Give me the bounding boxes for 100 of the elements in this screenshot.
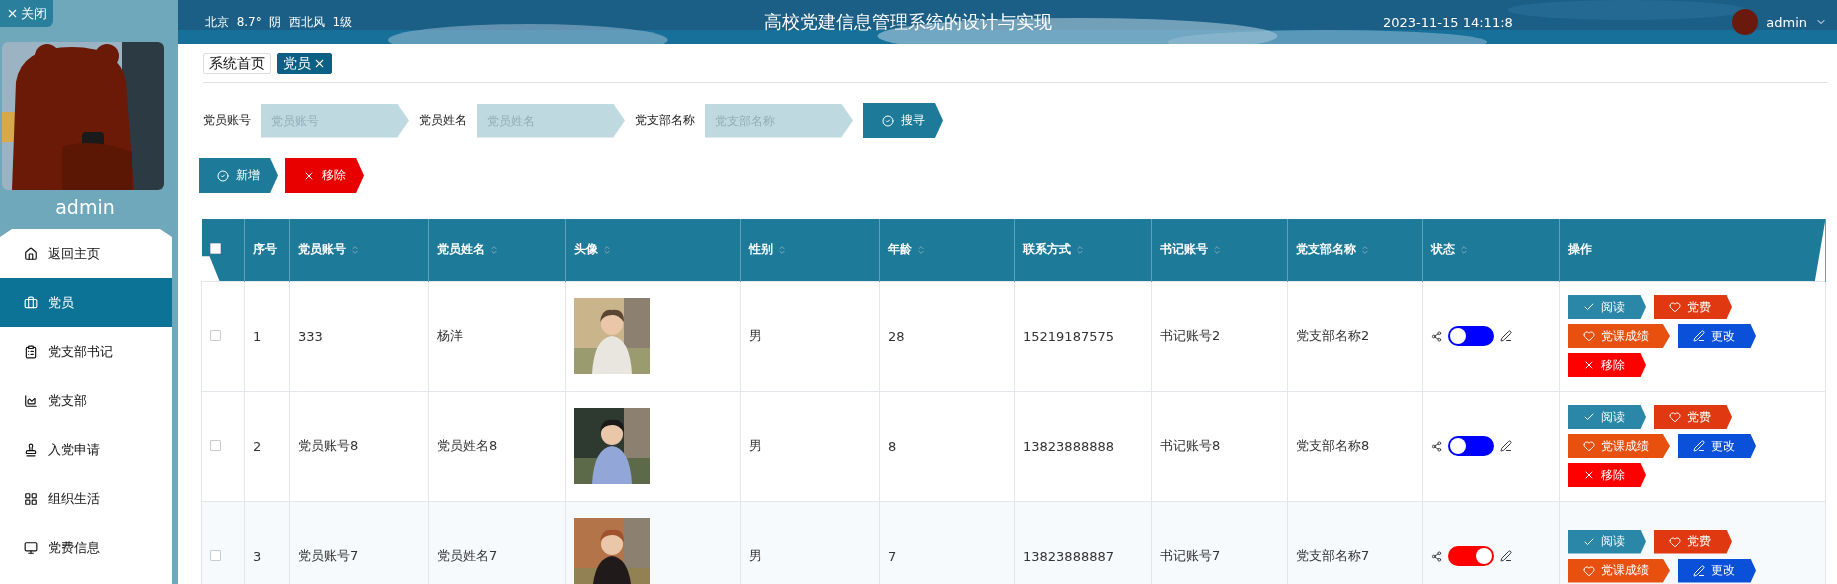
column-header[interactable]: 性别	[740, 219, 880, 281]
chart-icon	[24, 393, 38, 408]
row-checkbox[interactable]	[210, 549, 221, 561]
column-header[interactable]: 头像	[565, 219, 741, 281]
sort-icon[interactable]	[1360, 244, 1370, 255]
share-icon[interactable]	[1431, 550, 1442, 562]
user-menu[interactable]: admin	[1732, 9, 1827, 35]
action-button[interactable]: 党费	[1654, 405, 1732, 429]
table-cell: 1	[244, 281, 290, 391]
grid-icon	[24, 491, 38, 506]
action-button[interactable]: 党费	[1654, 295, 1732, 319]
column-header[interactable]: 党支部名称	[1287, 219, 1423, 281]
table-cell: 党支部名称7	[1287, 501, 1423, 584]
action-button[interactable]: 移除	[1568, 463, 1646, 487]
sort-icon[interactable]	[350, 244, 360, 255]
column-header[interactable]: 党员姓名	[428, 219, 566, 281]
sort-icon[interactable]	[602, 244, 612, 255]
check-circle-icon	[217, 169, 229, 182]
heart-icon	[1583, 564, 1595, 577]
date-time: 2023-11-15 14:11:8	[1383, 14, 1514, 30]
sidebar-item[interactable]: 党员	[0, 278, 172, 327]
table-cell: 3	[244, 501, 290, 584]
table-cell: 书记账号8	[1151, 391, 1288, 501]
heart-icon	[1669, 411, 1681, 423]
pen-icon	[1693, 330, 1705, 342]
table-cell: 7	[879, 501, 1015, 584]
table-cell: 2	[244, 391, 290, 501]
sort-icon[interactable]	[777, 244, 787, 255]
user-name: admin	[54, 196, 116, 218]
pen-icon[interactable]	[1500, 330, 1512, 342]
sidebar-item[interactable]: 入党申请	[0, 425, 172, 474]
row-checkbox[interactable]	[210, 329, 221, 341]
stamp-icon	[24, 442, 38, 457]
column-header[interactable]: 书记账号	[1151, 219, 1288, 281]
close-icon	[1583, 469, 1595, 481]
sidebar-item[interactable]: 党支部	[0, 376, 172, 425]
table-cell: 党支部名称2	[1287, 281, 1423, 391]
status-toggle[interactable]	[1448, 436, 1494, 456]
table-cell: 杨洋	[428, 281, 566, 391]
action-button[interactable]: 党课成绩	[1568, 434, 1670, 458]
status-toggle[interactable]	[1448, 326, 1494, 346]
filter-label: 党员账号	[203, 112, 251, 129]
table-cell: 28	[879, 281, 1015, 391]
pen-icon[interactable]	[1500, 550, 1512, 562]
sidebar-item[interactable]: 党支部书记	[0, 327, 172, 376]
close-button[interactable]: 关闭	[0, 0, 53, 27]
table-cell: 333	[289, 281, 429, 391]
column-header[interactable]: 党员账号	[289, 219, 429, 281]
action-button[interactable]: 更改	[1678, 434, 1756, 458]
action-button[interactable]: 移除	[1568, 353, 1646, 377]
heart-icon	[1583, 330, 1595, 342]
action-button[interactable]: 党费	[1654, 529, 1732, 554]
table-cell: 党员账号8	[289, 391, 429, 501]
select-all-checkbox[interactable]	[209, 242, 221, 254]
table-cell: 书记账号7	[1151, 501, 1288, 584]
tab[interactable]: 系统首页	[203, 53, 271, 74]
clipboard-icon	[24, 344, 38, 359]
monitor-icon	[24, 540, 38, 555]
table-cell: 书记账号2	[1151, 281, 1288, 391]
table-cell: 党支部名称8	[1287, 391, 1423, 501]
check-icon	[1583, 301, 1595, 313]
sort-icon[interactable]	[916, 244, 926, 255]
action-button[interactable]: 阅读	[1568, 295, 1646, 319]
table-cell: 男	[740, 281, 880, 391]
column-header: 操作	[1559, 219, 1826, 281]
sort-icon[interactable]	[1075, 244, 1085, 255]
table-cell: 党员账号7	[289, 501, 429, 584]
share-icon[interactable]	[1431, 330, 1442, 342]
table-cell: 8	[879, 391, 1015, 501]
action-button[interactable]: 党课成绩	[1568, 558, 1670, 583]
remove-button[interactable]: 移除	[285, 158, 364, 193]
row-checkbox[interactable]	[210, 439, 221, 451]
home-icon	[24, 246, 38, 261]
share-icon[interactable]	[1431, 440, 1442, 452]
action-button[interactable]: 阅读	[1568, 529, 1646, 554]
pen-icon[interactable]	[1500, 440, 1512, 452]
close-icon[interactable]	[313, 57, 326, 70]
tab[interactable]: 党员	[277, 53, 332, 74]
table-cell: 13823888887	[1014, 501, 1152, 584]
sort-icon[interactable]	[1459, 244, 1469, 255]
sidebar-item[interactable]: 返回主页	[0, 229, 172, 278]
action-button[interactable]: 阅读	[1568, 405, 1646, 429]
sidebar-item[interactable]: 组织生活	[0, 474, 172, 523]
sort-icon[interactable]	[489, 244, 499, 255]
weather-text: 北京 8.7° 阴 西北风 1级	[205, 13, 354, 31]
table-cell: 男	[740, 501, 880, 584]
sidebar-item[interactable]: 党费信息	[0, 523, 172, 572]
action-button[interactable]: 党课成绩	[1568, 324, 1670, 348]
search-button[interactable]: 搜寻	[863, 103, 943, 138]
add-button[interactable]: 新增	[199, 158, 278, 193]
column-header[interactable]: 联系方式	[1014, 219, 1152, 281]
column-header[interactable]: 状态	[1422, 219, 1560, 281]
sort-icon[interactable]	[1212, 244, 1222, 255]
status-toggle[interactable]	[1448, 546, 1494, 566]
action-button[interactable]: 更改	[1678, 558, 1756, 583]
close-icon	[1583, 359, 1595, 371]
column-header[interactable]: 年龄	[879, 219, 1015, 281]
heart-icon	[1669, 301, 1681, 313]
action-button[interactable]: 更改	[1678, 324, 1756, 348]
column-header: 序号	[244, 219, 290, 281]
